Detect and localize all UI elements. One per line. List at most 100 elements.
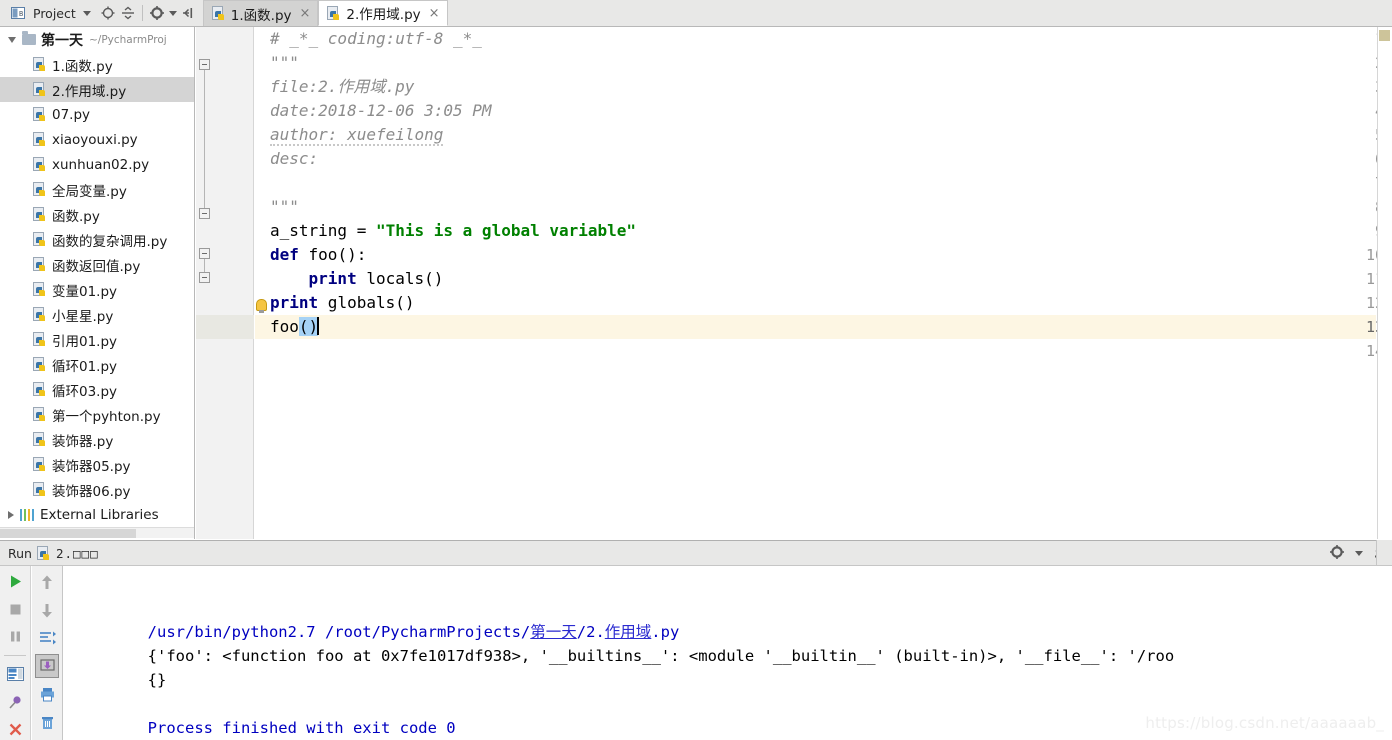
python-file-icon <box>33 257 47 272</box>
scroll-up-icon[interactable] <box>35 570 59 594</box>
tree-item-external-libraries[interactable]: External Libraries <box>0 502 194 527</box>
watermark: https://blog.csdn.net/aaaaaab_ <box>1145 714 1384 732</box>
code-editor[interactable]: 1 2 3 4 5 6 7 8 9 10 11 12 13 14 # _*_ c… <box>196 27 1392 539</box>
close-icon[interactable] <box>3 718 27 740</box>
tree-item-file-3[interactable]: xiaoyouxi.py <box>0 127 194 152</box>
code-token: author: xuefeilong <box>270 125 444 146</box>
console-actions-toolbar <box>32 566 63 740</box>
editor-fold-column[interactable] <box>254 27 270 539</box>
pycharm-window: B Project 1.函数.py × 2.作用域.py × 第一天 ~/Pyc… <box>0 0 1392 740</box>
tree-root-第一天[interactable]: 第一天 ~/PycharmProj <box>0 27 194 52</box>
collapse-all-icon[interactable] <box>118 0 138 26</box>
tree-item-file-17[interactable]: 装饰器06.py <box>0 477 194 502</box>
toolbar-divider <box>141 5 143 21</box>
clear-all-icon[interactable] <box>35 710 59 734</box>
settings-gear-icon[interactable] <box>1330 544 1344 563</box>
fold-marker-docstring-close[interactable] <box>199 208 210 219</box>
print-icon[interactable] <box>35 682 59 706</box>
code-line-2: """ <box>270 51 299 75</box>
fold-marker-def-foo[interactable] <box>199 248 210 259</box>
chevron-down-icon[interactable] <box>8 36 16 43</box>
python-file-icon <box>211 6 226 21</box>
show-console-icon[interactable] <box>3 663 27 686</box>
panel-corner <box>1376 540 1392 565</box>
tree-item-label: External Libraries <box>40 506 159 523</box>
project-tool-label: Project <box>33 5 76 21</box>
tree-item-file-14[interactable]: 第一个pyhton.py <box>0 402 194 427</box>
run-tool-window: Run 2.□□□ /usr/bin/python2.7 /root/Pycha… <box>0 540 1392 740</box>
stop-icon[interactable] <box>3 597 27 620</box>
code-token: date:2018-12-06 3:05 PM <box>270 101 492 120</box>
fold-marker-docstring-open[interactable] <box>199 59 210 70</box>
editor-tab-2[interactable]: 2.作用域.py × <box>318 0 448 26</box>
hide-icon[interactable] <box>177 0 197 26</box>
tree-item-label: xiaoyouxi.py <box>52 131 138 148</box>
tree-item-label: 07.py <box>52 106 91 123</box>
python-file-icon <box>33 157 47 172</box>
tree-item-file-5[interactable]: 全局变量.py <box>0 177 194 202</box>
editor-tab-1[interactable]: 1.函数.py × <box>202 0 319 26</box>
sidebar-horizontal-scrollbar[interactable] <box>0 527 194 538</box>
close-icon[interactable]: × <box>300 6 311 21</box>
tree-root-path: ~/PycharmProj <box>89 33 167 46</box>
python-file-icon <box>33 332 47 347</box>
intention-bulb-icon[interactable] <box>256 299 267 313</box>
run-icon[interactable] <box>3 570 27 593</box>
editor-tab-label: 1.函数.py <box>230 7 292 24</box>
tree-item-file-8[interactable]: 函数返回值.py <box>0 252 194 277</box>
fold-marker-foo-body[interactable] <box>199 272 210 283</box>
svg-text:B: B <box>19 11 23 19</box>
python-file-icon <box>33 207 47 222</box>
tree-item-file-7[interactable]: 函数的复杂调用.py <box>0 227 194 252</box>
tree-item-file-16[interactable]: 装饰器05.py <box>0 452 194 477</box>
python-file-icon <box>33 107 47 122</box>
tree-item-file-11[interactable]: 引用01.py <box>0 327 194 352</box>
close-icon[interactable]: × <box>429 6 440 21</box>
code-line-5: author: xuefeilong <box>270 123 444 147</box>
settings-gear-icon[interactable] <box>147 0 167 26</box>
chevron-down-icon[interactable] <box>1355 551 1363 556</box>
code-token-string: "This is a global variable" <box>375 221 637 240</box>
tree-item-file-6[interactable]: 函数.py <box>0 202 194 227</box>
pause-icon[interactable] <box>3 625 27 648</box>
current-line-gutter-highlight <box>196 315 254 339</box>
pin-tab-icon[interactable] <box>3 690 27 713</box>
console-line-1: {'foo': <function foo at 0x7fe1017df938>… <box>73 620 1175 692</box>
code-line-9: a_string = "This is a global variable" <box>270 219 636 243</box>
locate-icon[interactable] <box>98 0 118 26</box>
tree-item-file-15[interactable]: 装饰器.py <box>0 427 194 452</box>
code-token: foo(): <box>298 245 367 264</box>
python-file-icon <box>33 357 47 372</box>
project-window-icon: B <box>8 0 28 26</box>
tree-item-label: 引用01.py <box>52 333 118 350</box>
code-line-13: foo() <box>270 315 319 339</box>
tree-item-file-0[interactable]: 1.函数.py <box>0 52 194 77</box>
tree-item-file-4[interactable]: xunhuan02.py <box>0 152 194 177</box>
python-file-icon <box>33 132 47 147</box>
editor-text-area[interactable]: # _*_ coding:utf-8 _*_ """ file:2.作用域.py… <box>270 27 1392 539</box>
code-token: # _*_ coding:utf-8 _*_ <box>270 29 482 48</box>
python-file-icon <box>33 307 47 322</box>
run-tab[interactable]: Run 2.□□□ <box>0 545 107 561</box>
tree-item-file-13[interactable]: 循环03.py <box>0 377 194 402</box>
python-file-icon <box>33 382 47 397</box>
scroll-down-icon[interactable] <box>35 598 59 622</box>
project-tool-button[interactable]: B Project <box>0 0 98 26</box>
code-token: a_string = <box>270 221 376 240</box>
code-line-3: file:2.作用域.py <box>270 75 414 99</box>
tree-item-file-9[interactable]: 变量01.py <box>0 277 194 302</box>
chevron-right-icon[interactable] <box>8 510 14 519</box>
warning-marker[interactable] <box>1379 30 1390 41</box>
tree-item-file-2[interactable]: 07.py <box>0 102 194 127</box>
settings-chevron-down-icon[interactable] <box>168 11 177 16</box>
scroll-to-end-icon[interactable] <box>35 654 59 678</box>
scrollbar-thumb[interactable] <box>0 529 136 538</box>
tree-item-file-12[interactable]: 循环01.py <box>0 352 194 377</box>
code-token-keyword: def <box>270 245 299 264</box>
tree-item-label: 循环03.py <box>52 383 118 400</box>
tree-item-file-1[interactable]: 2.作用域.py <box>0 77 194 102</box>
project-tree-panel: 第一天 ~/PycharmProj 1.函数.py 2.作用域.py 07.py… <box>0 27 195 539</box>
tree-item-file-10[interactable]: 小星星.py <box>0 302 194 327</box>
soft-wrap-icon[interactable] <box>35 626 59 650</box>
editor-vertical-scrollbar[interactable] <box>1377 27 1392 539</box>
